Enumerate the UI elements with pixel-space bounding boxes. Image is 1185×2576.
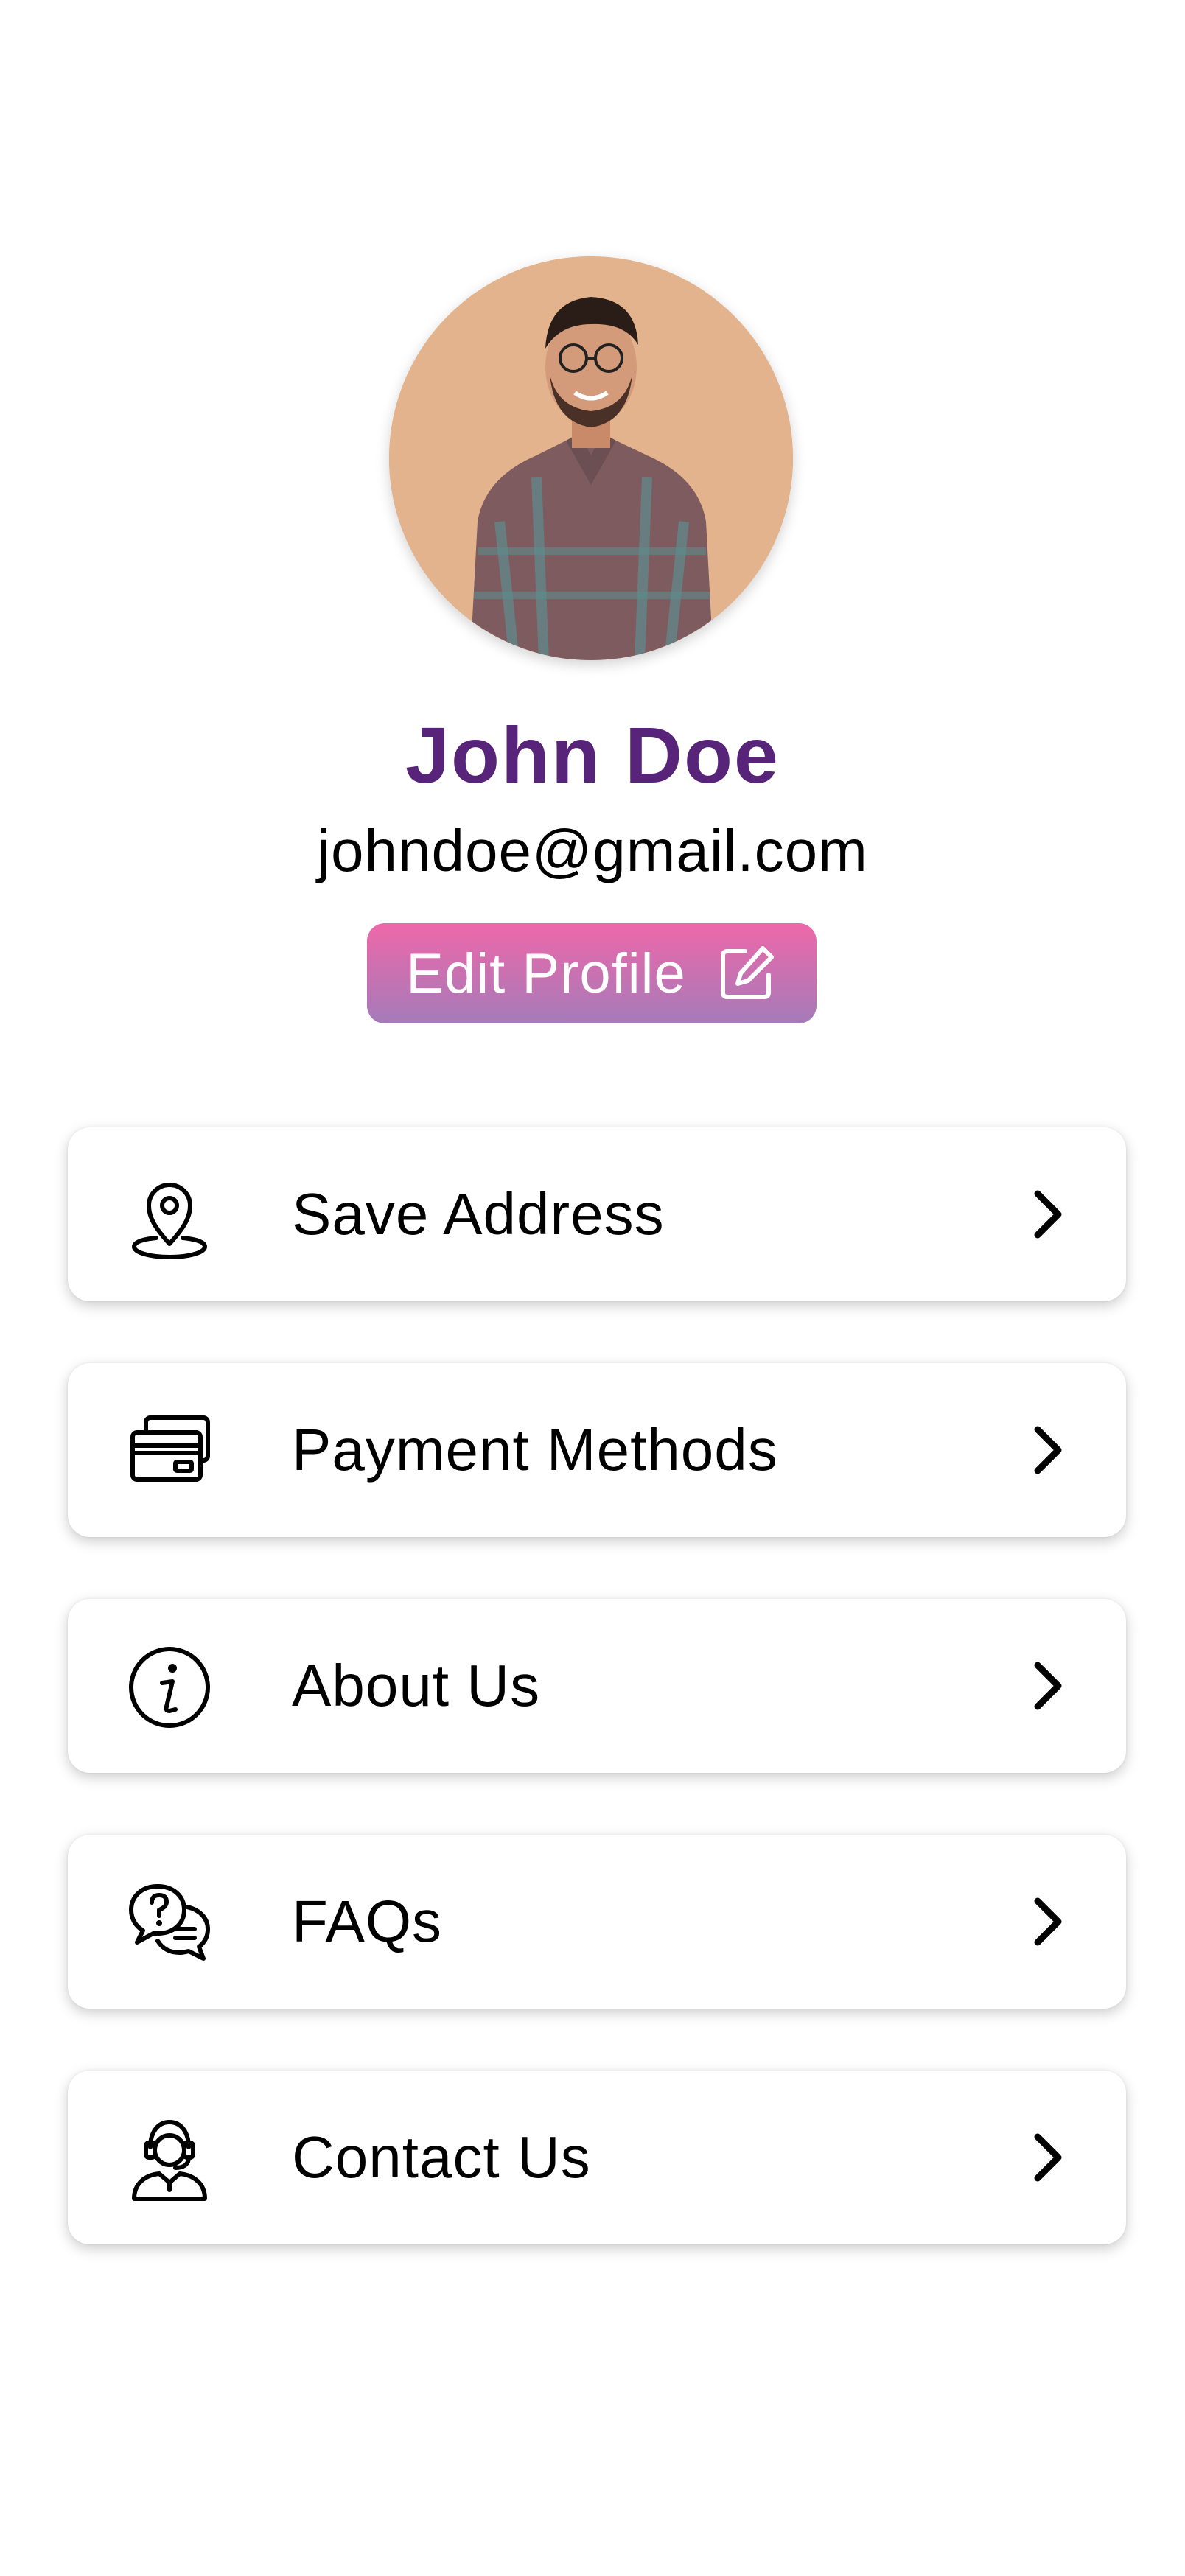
support-agent-icon — [132, 2120, 207, 2201]
menu-item-payment-methods[interactable]: Payment Methods — [68, 1363, 1126, 1537]
profile-email: johndoe@gmail.com — [317, 818, 868, 883]
menu-item-about-us[interactable]: About Us — [68, 1599, 1126, 1773]
avatar[interactable] — [389, 256, 793, 660]
profile-name: John Doe — [405, 710, 780, 799]
menu-item-label: Payment Methods — [292, 1417, 778, 1483]
edit-icon — [720, 946, 774, 999]
chevron-right-icon — [1034, 2133, 1062, 2182]
edit-profile-button[interactable]: Edit Profile — [367, 923, 817, 1023]
settings-menu: Save Address Payment Methods About Us FA… — [68, 1127, 1126, 2306]
chevron-right-icon — [1034, 1190, 1062, 1239]
chevron-right-icon — [1034, 1426, 1062, 1474]
menu-item-label: Contact Us — [292, 2124, 591, 2190]
menu-item-contact-us[interactable]: Contact Us — [68, 2071, 1126, 2244]
info-icon — [129, 1647, 210, 1728]
location-pin-icon — [132, 1183, 207, 1259]
menu-item-label: About Us — [292, 1653, 541, 1718]
menu-item-label: Save Address — [292, 1181, 665, 1247]
chevron-right-icon — [1034, 1897, 1062, 1946]
menu-item-faqs[interactable]: FAQs — [68, 1835, 1126, 2009]
credit-card-icon — [130, 1415, 210, 1482]
faq-chat-icon — [129, 1884, 210, 1961]
edit-profile-label: Edit Profile — [406, 942, 686, 1005]
chevron-right-icon — [1034, 1662, 1062, 1710]
menu-item-save-address[interactable]: Save Address — [68, 1127, 1126, 1301]
menu-item-label: FAQs — [292, 1889, 443, 1954]
profile-photo — [389, 256, 793, 660]
